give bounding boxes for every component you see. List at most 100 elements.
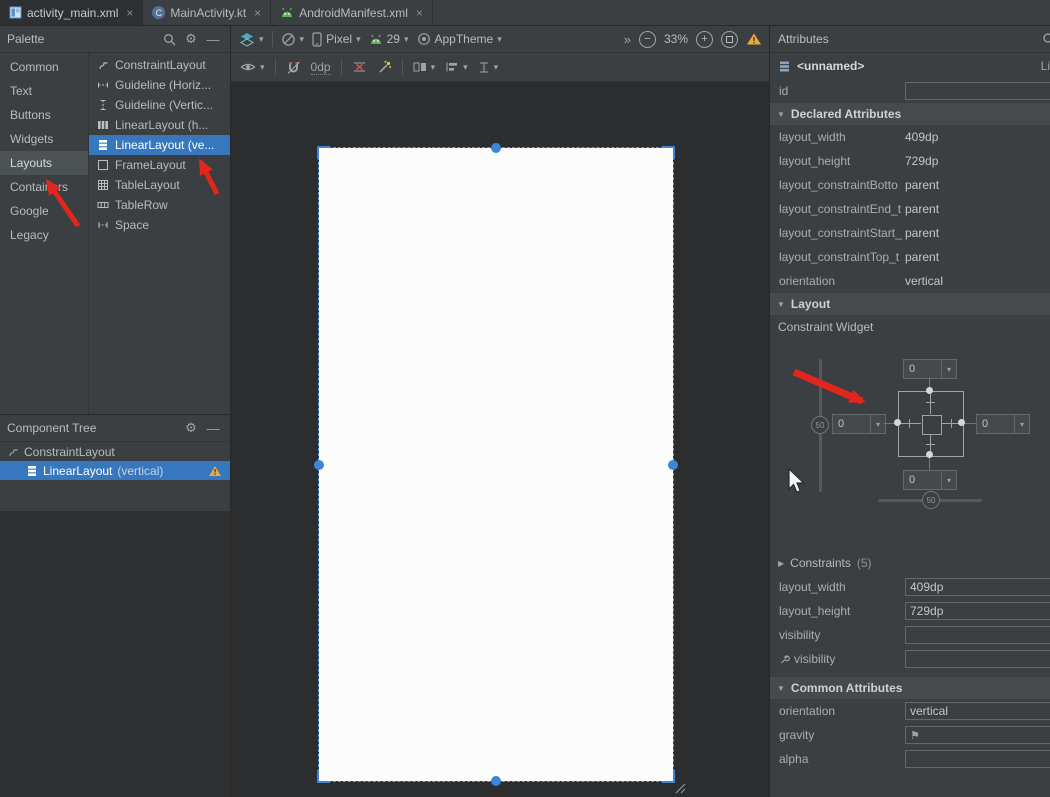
gravity-input[interactable]: ⚑ bbox=[905, 726, 1050, 744]
tab-activity-main-xml[interactable]: activity_main.xml × bbox=[0, 0, 143, 25]
attr-value[interactable]: parent bbox=[905, 202, 939, 216]
minimize-icon[interactable]: — bbox=[203, 419, 223, 437]
margin-start-combo[interactable]: 0 ▾ bbox=[832, 414, 886, 434]
ui-mode-selector[interactable]: ▾ bbox=[281, 32, 305, 47]
gear-icon[interactable]: ⚙ bbox=[181, 419, 201, 437]
constraint-anchor-top[interactable] bbox=[926, 387, 933, 394]
gear-icon[interactable]: ⚙ bbox=[181, 30, 201, 48]
visibility-input[interactable] bbox=[905, 626, 1050, 644]
close-tab-icon[interactable]: × bbox=[126, 6, 133, 20]
orientation-input[interactable]: vertical bbox=[905, 702, 1050, 720]
palette-body: Common Text Buttons Widgets Layouts Cont… bbox=[0, 53, 230, 414]
search-icon[interactable] bbox=[159, 30, 179, 48]
device-selector[interactable]: Pixel ▾ bbox=[312, 32, 361, 47]
warnings-errors-button[interactable] bbox=[746, 32, 762, 46]
palette-category-buttons[interactable]: Buttons bbox=[0, 103, 88, 127]
constraints-group-row[interactable]: ▶ Constraints (5) bbox=[770, 551, 1050, 575]
attr-row-layout-width[interactable]: layout_width 409dp bbox=[770, 125, 1050, 149]
attr-value[interactable]: vertical bbox=[905, 274, 943, 288]
palette-item-label: FrameLayout bbox=[115, 158, 186, 172]
constraint-anchor-start[interactable] bbox=[894, 419, 901, 426]
palette-item-tablerow[interactable]: TableRow bbox=[89, 195, 230, 215]
constraint-anchor-end[interactable] bbox=[958, 419, 965, 426]
tree-item-constraintlayout[interactable]: ConstraintLayout bbox=[0, 442, 230, 461]
zoom-out-button[interactable]: − bbox=[639, 31, 656, 48]
design-canvas-artboard[interactable] bbox=[319, 148, 673, 781]
close-tab-icon[interactable]: × bbox=[254, 6, 261, 20]
design-surface-selector[interactable]: ▾ bbox=[239, 32, 264, 47]
palette-category-layouts[interactable]: Layouts bbox=[0, 151, 88, 175]
autoconnect-toggle[interactable] bbox=[286, 60, 301, 75]
section-declared-attributes[interactable]: ▼ Declared Attributes bbox=[770, 103, 1050, 125]
resize-handle-top[interactable] bbox=[491, 143, 501, 153]
constraint-anchor-bottom[interactable] bbox=[926, 451, 933, 458]
palette-item-tablelayout[interactable]: TableLayout bbox=[89, 175, 230, 195]
attr-row-constraint-start[interactable]: layout_constraintStart_ parent bbox=[770, 221, 1050, 245]
tools-visibility-input[interactable] bbox=[905, 650, 1050, 668]
palette-category-legacy[interactable]: Legacy bbox=[0, 223, 88, 247]
palette-item-guideline-vertical[interactable]: Guideline (Vertic... bbox=[89, 95, 230, 115]
tab-androidmanifest-xml[interactable]: AndroidManifest.xml × bbox=[271, 0, 433, 25]
palette-category-common[interactable]: Common bbox=[0, 55, 88, 79]
attr-value[interactable]: 729dp bbox=[905, 154, 938, 168]
attr-value[interactable]: 409dp bbox=[905, 130, 938, 144]
attr-row-constraint-bottom[interactable]: layout_constraintBotto parent bbox=[770, 173, 1050, 197]
minimize-icon[interactable]: — bbox=[203, 30, 223, 48]
attr-value[interactable]: parent bbox=[905, 250, 939, 264]
constraint-widget-box[interactable] bbox=[898, 391, 964, 457]
component-tree-panel: Component Tree ⚙ — ConstraintLayout Line… bbox=[0, 414, 230, 511]
selected-component-row[interactable]: <unnamed> Li bbox=[770, 53, 1050, 79]
horizontal-bias-value[interactable]: 50 bbox=[922, 491, 940, 509]
resize-handle-left[interactable] bbox=[314, 460, 324, 470]
id-input[interactable] bbox=[905, 82, 1050, 100]
guidelines-selector[interactable]: ▾ bbox=[478, 61, 499, 74]
palette-category-containers[interactable]: Containers bbox=[0, 175, 88, 199]
flag-icon[interactable]: ⚑ bbox=[910, 729, 920, 742]
resize-handle-right[interactable] bbox=[668, 460, 678, 470]
toolbar-overflow-button[interactable]: » bbox=[624, 32, 631, 47]
palette-category-widgets[interactable]: Widgets bbox=[0, 127, 88, 151]
margin-end-combo[interactable]: 0 ▾ bbox=[976, 414, 1030, 434]
design-surface[interactable] bbox=[231, 82, 770, 797]
attr-row-constraint-top[interactable]: layout_constraintTop_t parent bbox=[770, 245, 1050, 269]
alpha-input[interactable] bbox=[905, 750, 1050, 768]
attr-row-orientation[interactable]: orientation vertical bbox=[770, 269, 1050, 293]
close-tab-icon[interactable]: × bbox=[416, 6, 423, 20]
view-options-selector[interactable]: ▾ bbox=[240, 61, 265, 73]
section-layout[interactable]: ▼ Layout bbox=[770, 293, 1050, 315]
palette-category-google[interactable]: Google bbox=[0, 199, 88, 223]
attr-row-layout-height[interactable]: layout_height 729dp bbox=[770, 149, 1050, 173]
palette-item-guideline-horizontal[interactable]: Guideline (Horiz... bbox=[89, 75, 230, 95]
tree-item-linearlayout-vertical[interactable]: LinearLayout (vertical) bbox=[0, 461, 230, 480]
margin-top-combo[interactable]: 0 ▾ bbox=[903, 359, 957, 379]
palette-item-space[interactable]: Space bbox=[89, 215, 230, 235]
default-margin-selector[interactable]: 0dp bbox=[311, 60, 331, 75]
vertical-bias-value[interactable]: 50 bbox=[811, 416, 829, 434]
palette-item-label: Guideline (Vertic... bbox=[115, 98, 213, 112]
palette-category-text[interactable]: Text bbox=[0, 79, 88, 103]
search-icon[interactable] bbox=[1042, 32, 1050, 46]
api-level-selector[interactable]: 29 ▾ bbox=[369, 32, 409, 46]
section-common-attributes[interactable]: ▼ Common Attributes bbox=[770, 677, 1050, 699]
resize-handle-bottom[interactable] bbox=[491, 776, 501, 786]
margin-bottom-combo[interactable]: 0 ▾ bbox=[903, 470, 957, 490]
zoom-to-fit-button[interactable] bbox=[721, 31, 738, 48]
infer-constraints-button[interactable] bbox=[377, 60, 392, 74]
resize-grip-icon[interactable] bbox=[674, 782, 686, 794]
chevron-down-icon: ▾ bbox=[497, 34, 502, 45]
zoom-in-button[interactable]: + bbox=[696, 31, 713, 48]
palette-item-constraintlayout[interactable]: ConstraintLayout bbox=[89, 55, 230, 75]
clear-constraints-button[interactable] bbox=[352, 60, 367, 74]
attr-row-constraint-end[interactable]: layout_constraintEnd_t parent bbox=[770, 197, 1050, 221]
tab-mainactivity-kt[interactable]: C MainActivity.kt × bbox=[143, 0, 271, 25]
layout-width-input[interactable]: 409dp bbox=[905, 578, 1050, 596]
palette-item-linearlayout-horizontal[interactable]: LinearLayout (h... bbox=[89, 115, 230, 135]
align-selector[interactable]: ▾ bbox=[445, 61, 468, 73]
pack-selector[interactable]: ▾ bbox=[413, 61, 436, 73]
layout-height-input[interactable]: 729dp bbox=[905, 602, 1050, 620]
attr-value[interactable]: parent bbox=[905, 178, 939, 192]
theme-selector[interactable]: AppTheme ▾ bbox=[417, 32, 502, 46]
attr-value[interactable]: parent bbox=[905, 226, 939, 240]
palette-item-framelayout[interactable]: FrameLayout bbox=[89, 155, 230, 175]
palette-item-linearlayout-vertical[interactable]: LinearLayout (ve... bbox=[89, 135, 230, 155]
